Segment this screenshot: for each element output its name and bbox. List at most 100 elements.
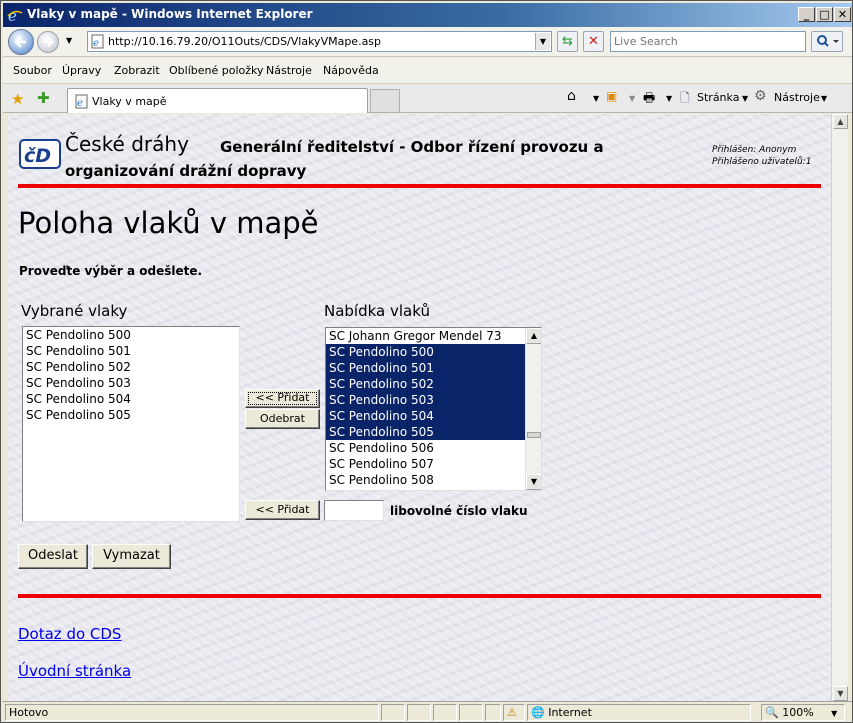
tab-bar: ★ ✚ e Vlaky v mapě ⌂ ▼ ▣ ▼ 🖶 ▼ 🗋 Stránka… bbox=[3, 85, 852, 113]
offered-train-item[interactable]: SC Pendolino 503 bbox=[326, 392, 525, 408]
home-dropdown-icon[interactable]: ▼ bbox=[593, 94, 599, 103]
offered-train-item[interactable]: SC Pendolino 502 bbox=[326, 376, 525, 392]
submit-button[interactable]: Odeslat bbox=[18, 544, 88, 569]
query-cds-link[interactable]: Dotaz do CDS bbox=[18, 625, 121, 643]
globe-icon: 🌐 bbox=[531, 706, 545, 719]
offered-train-item[interactable]: SC Pendolino 504 bbox=[326, 408, 525, 424]
offered-train-item[interactable]: SC Pendolino 500 bbox=[326, 344, 525, 360]
zoom-control[interactable]: 🔍 100% ▼ bbox=[761, 704, 845, 721]
refresh-icon: ⇆ bbox=[562, 34, 573, 49]
selected-train-item[interactable]: SC Pendolino 504 bbox=[23, 391, 239, 407]
svg-text:e: e bbox=[93, 38, 99, 49]
selected-trains-label: Vybrané vlaky bbox=[21, 302, 128, 320]
login-user: Přihlášen: Anonym bbox=[712, 145, 797, 155]
menu-napoveda[interactable]: Nápověda bbox=[323, 64, 379, 77]
offered-train-item[interactable]: SC Johann Gregor Mendel 73 bbox=[326, 328, 525, 344]
back-button[interactable] bbox=[8, 29, 34, 55]
search-button[interactable] bbox=[811, 31, 843, 52]
add-favorite-icon[interactable]: ✚ bbox=[37, 89, 50, 107]
offered-train-item[interactable]: SC Pendolino 501 bbox=[326, 360, 525, 376]
protected-mode-icon[interactable]: ⚠ bbox=[503, 704, 525, 721]
clear-button[interactable]: Vymazat bbox=[92, 544, 171, 569]
refresh-button[interactable]: ⇆ bbox=[557, 31, 578, 52]
status-pane-4 bbox=[459, 704, 483, 721]
status-pane-1 bbox=[381, 704, 405, 721]
home-icon[interactable]: ⌂ bbox=[567, 88, 576, 104]
status-pane-3 bbox=[433, 704, 457, 721]
page-icon: e bbox=[91, 34, 104, 49]
zoom-dropdown-icon[interactable]: ▼ bbox=[831, 709, 837, 718]
search-box[interactable] bbox=[610, 31, 806, 52]
header-divider bbox=[18, 184, 821, 188]
page-scroll-down-icon[interactable]: ▼ bbox=[833, 686, 848, 701]
selected-trains-list[interactable]: SC Pendolino 500 SC Pendolino 501 SC Pendo… bbox=[22, 326, 240, 522]
feeds-icon[interactable]: ▣ bbox=[606, 89, 617, 103]
scroll-thumb[interactable] bbox=[527, 432, 541, 438]
offered-trains-list[interactable]: SC Johann Gregor Mendel 73 SC Pendolino 5… bbox=[325, 327, 542, 491]
title-bar[interactable]: e Vlaky v mapě - Windows Internet Explor… bbox=[3, 3, 852, 27]
history-dropdown-icon[interactable]: ▼ bbox=[66, 36, 72, 45]
zone-label: Internet bbox=[548, 706, 592, 719]
close-button[interactable]: ✕ bbox=[834, 7, 851, 22]
feeds-dropdown-icon[interactable]: ▼ bbox=[629, 94, 635, 103]
status-text: Hotovo bbox=[5, 704, 379, 721]
browser-window: e Vlaky v mapě - Windows Internet Explor… bbox=[0, 0, 853, 723]
menu-soubor[interactable]: Soubor bbox=[13, 64, 52, 77]
scroll-down-arrow-icon[interactable]: ▼ bbox=[526, 474, 541, 490]
menu-nastroje[interactable]: Nástroje bbox=[266, 64, 312, 77]
page-menu-icon: 🗋 bbox=[680, 91, 690, 105]
menu-oblibene[interactable]: Oblíbené položky bbox=[169, 64, 264, 77]
print-icon[interactable]: 🖶 bbox=[643, 89, 655, 111]
add-number-button[interactable]: << Přidat bbox=[245, 500, 320, 520]
selected-train-item[interactable]: SC Pendolino 501 bbox=[23, 343, 239, 359]
print-dropdown-icon[interactable]: ▼ bbox=[666, 94, 672, 103]
favorites-star-icon[interactable]: ★ bbox=[11, 90, 24, 108]
address-bar[interactable]: e ▼ bbox=[87, 31, 552, 52]
page-dropdown-icon[interactable]: ▼ bbox=[742, 94, 748, 103]
minimize-button[interactable]: _ bbox=[798, 7, 815, 22]
offered-train-item[interactable]: SC Pendolino 506 bbox=[326, 440, 525, 456]
remove-button[interactable]: Odebrat bbox=[245, 409, 320, 429]
page-menu[interactable]: Stránka bbox=[697, 91, 739, 104]
home-page-link[interactable]: Úvodní stránka bbox=[18, 662, 131, 680]
scroll-up-arrow-icon[interactable]: ▲ bbox=[526, 328, 541, 344]
svg-text:čD: čD bbox=[24, 145, 51, 167]
department-line-1: Generální ředitelství - Odbor řízení pro… bbox=[220, 138, 604, 156]
offered-train-item[interactable]: SC Pendolino 508 bbox=[326, 472, 525, 488]
menu-zobrazit[interactable]: Zobrazit bbox=[114, 64, 160, 77]
add-selected-button[interactable]: << Přidat bbox=[245, 389, 320, 408]
tools-menu[interactable]: Nástroje bbox=[774, 91, 820, 104]
new-tab-button[interactable] bbox=[370, 89, 400, 113]
security-zone[interactable]: 🌐 Internet bbox=[527, 704, 751, 721]
company-name: České dráhy bbox=[65, 132, 189, 156]
tools-dropdown-icon[interactable]: ▼ bbox=[821, 94, 827, 103]
back-arrow-icon bbox=[14, 36, 26, 48]
department-line-2: organizování drážní dopravy bbox=[65, 162, 307, 180]
offered-list-scrollbar[interactable]: ▲ ▼ bbox=[525, 328, 541, 490]
tools-gear-icon: ⚙ bbox=[754, 88, 767, 104]
offered-trains-label: Nabídka vlaků bbox=[324, 302, 430, 320]
page-scrollbar[interactable]: ▲ ▼ bbox=[831, 114, 848, 701]
offered-train-item[interactable]: SC Pendolino 505 bbox=[326, 424, 525, 440]
zoom-icon: 🔍 bbox=[765, 706, 779, 719]
forward-button[interactable] bbox=[37, 31, 59, 53]
address-input[interactable] bbox=[108, 34, 528, 49]
selected-train-item[interactable]: SC Pendolino 502 bbox=[23, 359, 239, 375]
offered-train-item[interactable]: SC Pendolino 507 bbox=[326, 456, 525, 472]
page-scroll-up-icon[interactable]: ▲ bbox=[833, 114, 848, 129]
stop-button[interactable]: ✕ bbox=[583, 31, 604, 52]
maximize-button[interactable]: □ bbox=[816, 7, 833, 22]
cd-logo: čD bbox=[19, 139, 61, 169]
search-input[interactable] bbox=[614, 33, 804, 50]
selected-train-item[interactable]: SC Pendolino 503 bbox=[23, 375, 239, 391]
train-number-input[interactable] bbox=[324, 500, 384, 521]
svg-text:e: e bbox=[77, 98, 83, 109]
zoom-level: 100% bbox=[782, 706, 814, 719]
selected-train-item[interactable]: SC Pendolino 505 bbox=[23, 407, 239, 423]
page-title: Poloha vlaků v mapě bbox=[18, 206, 319, 240]
ie-logo-icon: e bbox=[7, 7, 23, 23]
menu-upravy[interactable]: Úpravy bbox=[62, 64, 101, 77]
tab-vlaky-v-mape[interactable]: e Vlaky v mapě bbox=[67, 88, 368, 113]
selected-train-item[interactable]: SC Pendolino 500 bbox=[23, 327, 239, 343]
address-dropdown-icon[interactable]: ▼ bbox=[535, 33, 550, 50]
